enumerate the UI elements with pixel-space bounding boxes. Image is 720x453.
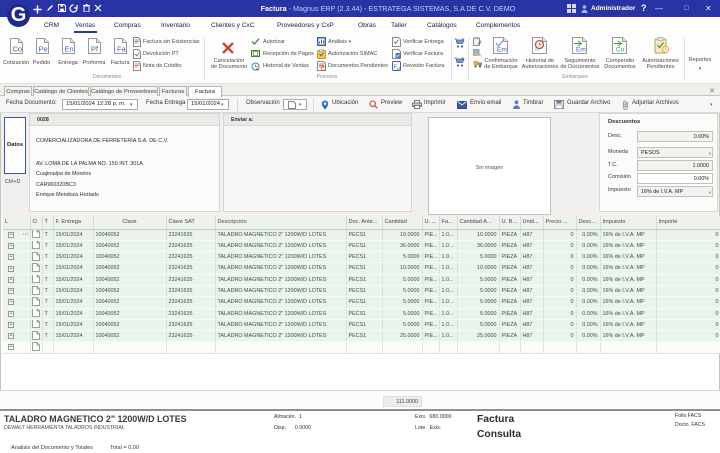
svg-text:Co: Co	[616, 47, 625, 54]
svg-text:Em: Em	[576, 47, 586, 54]
svg-text:Em: Em	[497, 47, 507, 54]
svg-text:Pf: Pf	[91, 45, 99, 54]
svg-text:Co: Co	[13, 45, 23, 54]
svg-text:En: En	[65, 45, 74, 54]
svg-text:Pe: Pe	[39, 45, 48, 54]
svg-text:Fa: Fa	[117, 45, 127, 54]
